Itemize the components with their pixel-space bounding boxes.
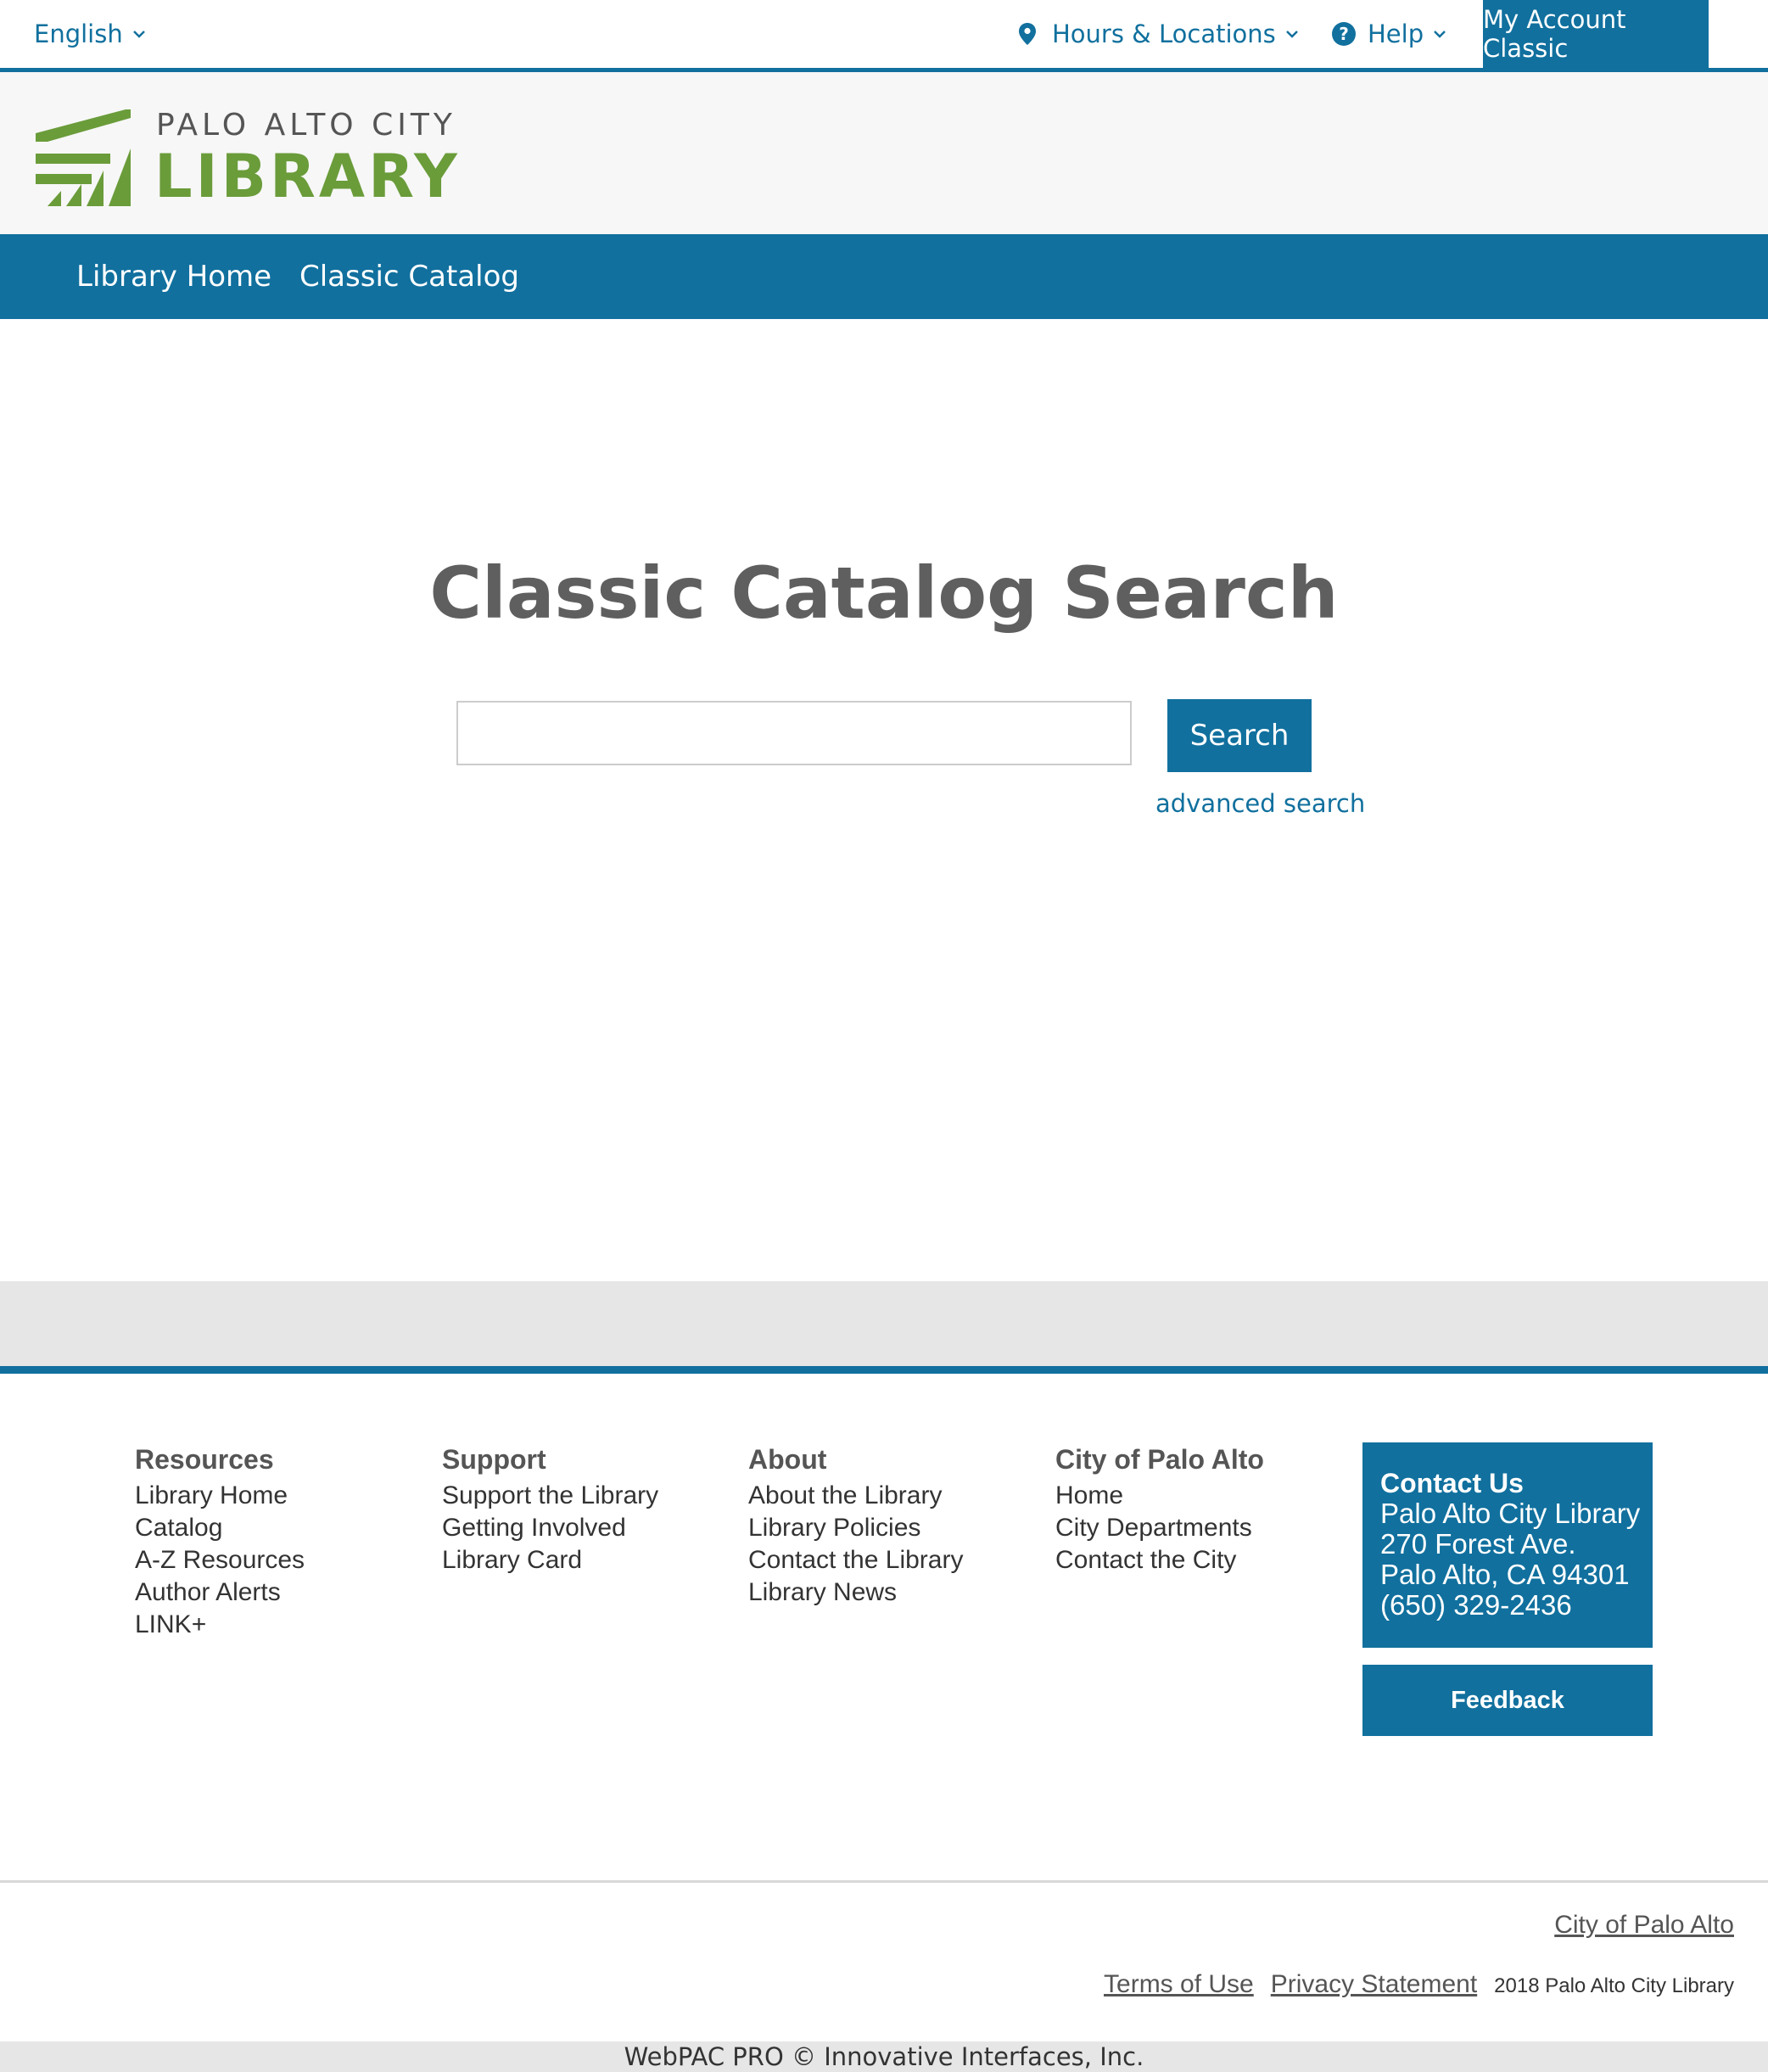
search-input[interactable] bbox=[456, 701, 1132, 765]
footer-link[interactable]: Contact the City bbox=[1055, 1544, 1344, 1576]
footer-link[interactable]: Contact the Library bbox=[748, 1544, 1037, 1576]
nav-item-classic-catalog[interactable]: Classic Catalog bbox=[299, 234, 519, 319]
footer-link[interactable]: Getting Involved bbox=[442, 1512, 730, 1544]
footer-column-about: About About the Library Library Policies… bbox=[748, 1442, 1037, 1609]
map-pin-icon bbox=[1019, 23, 1036, 45]
footer-heading: City of Palo Alto bbox=[1055, 1444, 1264, 1475]
contact-city: Palo Alto, CA 94301 bbox=[1380, 1559, 1630, 1590]
footer-link[interactable]: Library News bbox=[748, 1576, 1037, 1609]
contact-heading: Contact Us bbox=[1380, 1468, 1524, 1498]
chevron-down-icon bbox=[1434, 31, 1446, 38]
divider bbox=[0, 1880, 1768, 1883]
help-label: Help bbox=[1368, 20, 1424, 48]
footer-link[interactable]: Catalog bbox=[135, 1512, 423, 1544]
footer-link[interactable]: City Departments bbox=[1055, 1512, 1344, 1544]
footer-link[interactable]: Author Alerts bbox=[135, 1576, 423, 1609]
footer-link[interactable]: About the Library bbox=[748, 1480, 1037, 1512]
terms-of-use-link[interactable]: Terms of Use bbox=[1104, 1970, 1254, 1999]
footer-link[interactable]: Support the Library bbox=[442, 1480, 730, 1512]
help-circle-icon: ? bbox=[1332, 22, 1356, 46]
webpac-credit: WebPAC PRO © Innovative Interfaces, Inc. bbox=[0, 2041, 1768, 2072]
hours-locations-menu[interactable]: Hours & Locations bbox=[1018, 0, 1300, 68]
footer-link[interactable]: LINK+ bbox=[135, 1609, 423, 1641]
library-logo-icon bbox=[36, 109, 131, 206]
contact-box: Contact Us Palo Alto City Library 270 Fo… bbox=[1362, 1442, 1653, 1648]
footer-link[interactable]: Library Home bbox=[135, 1480, 423, 1512]
footer-heading: About bbox=[748, 1444, 827, 1475]
copyright-text: 2018 Palo Alto City Library bbox=[1494, 1974, 1734, 1997]
hours-locations-label: Hours & Locations bbox=[1052, 20, 1276, 48]
language-label: English bbox=[34, 20, 123, 48]
help-menu[interactable]: ? Help bbox=[1332, 0, 1447, 68]
logo-text-line2: LIBRARY bbox=[154, 142, 461, 211]
footer-link[interactable]: Library Policies bbox=[748, 1512, 1037, 1544]
footer-column-city: City of Palo Alto Home City Departments … bbox=[1055, 1442, 1344, 1576]
city-of-palo-alto-link[interactable]: City of Palo Alto bbox=[1554, 1911, 1734, 1940]
contact-phone: (650) 329-2436 bbox=[1380, 1589, 1572, 1621]
privacy-statement-link[interactable]: Privacy Statement bbox=[1271, 1970, 1477, 1999]
footer-link[interactable]: A-Z Resources bbox=[135, 1544, 423, 1576]
logo-text-line1: PALO ALTO CITY bbox=[156, 108, 456, 143]
my-account-button[interactable]: My Account Classic bbox=[1483, 0, 1709, 68]
main-nav: Library Home Classic Catalog bbox=[0, 234, 1768, 319]
utility-bar: English Hours & Locations ? Help My Acco… bbox=[0, 0, 1768, 72]
footer-link[interactable]: Library Card bbox=[442, 1544, 730, 1576]
search-button[interactable]: Search bbox=[1167, 699, 1312, 772]
language-selector[interactable]: English bbox=[34, 0, 147, 68]
legal-links: Terms of Use Privacy Statement 2018 Palo… bbox=[1104, 1970, 1734, 1999]
contact-street: 270 Forest Ave. bbox=[1380, 1528, 1576, 1560]
footer-heading: Resources bbox=[135, 1444, 274, 1475]
page-title: Classic Catalog Search bbox=[429, 552, 1339, 635]
nav-item-library-home[interactable]: Library Home bbox=[76, 234, 271, 319]
feedback-button[interactable]: Feedback bbox=[1362, 1665, 1653, 1736]
chevron-down-icon bbox=[132, 31, 145, 38]
footer-column-support: Support Support the Library Getting Invo… bbox=[442, 1442, 730, 1576]
chevron-down-icon bbox=[1285, 31, 1298, 38]
footer-heading: Support bbox=[442, 1444, 546, 1475]
footer-column-resources: Resources Library Home Catalog A-Z Resou… bbox=[135, 1442, 423, 1641]
logo-band: PALO ALTO CITY LIBRARY bbox=[0, 72, 1768, 234]
footer-top-band bbox=[0, 1281, 1768, 1374]
contact-name: Palo Alto City Library bbox=[1380, 1498, 1641, 1529]
footer-link[interactable]: Home bbox=[1055, 1480, 1344, 1512]
advanced-search-link[interactable]: advanced search bbox=[1155, 789, 1365, 818]
